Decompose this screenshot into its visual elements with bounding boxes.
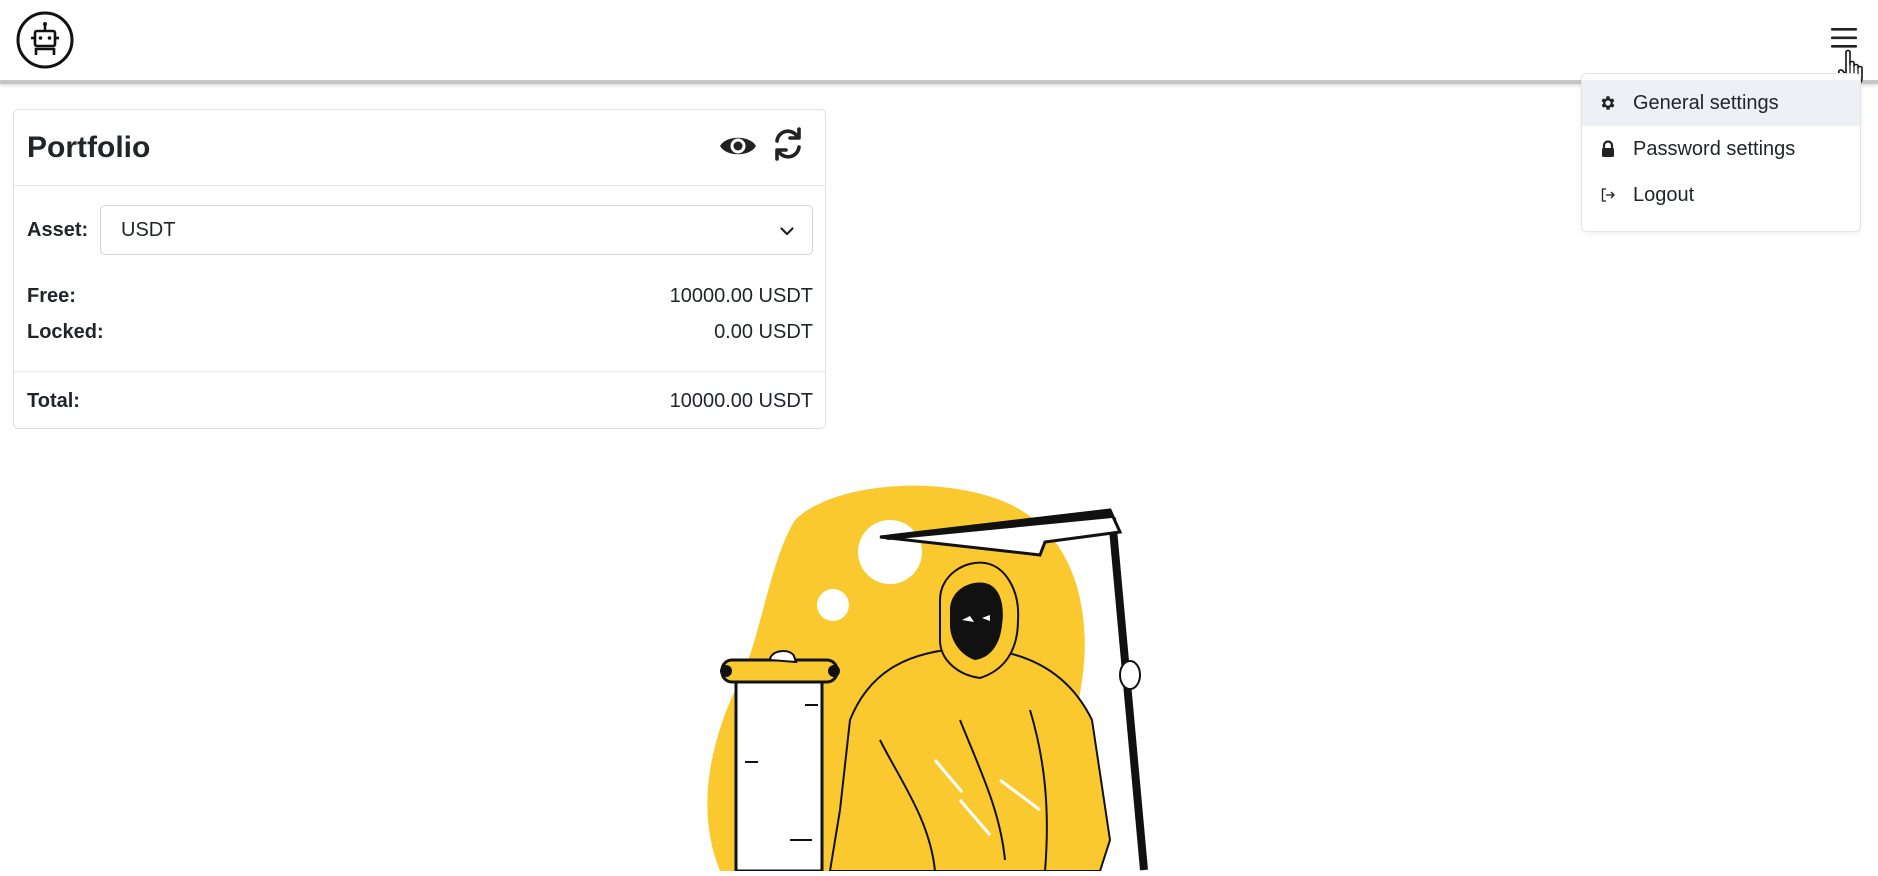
portfolio-card-header: Portfolio (14, 110, 825, 186)
card-divider (14, 371, 825, 372)
robot-logo-icon[interactable] (15, 10, 75, 70)
chevron-down-icon (778, 222, 796, 240)
grim-reaper-illustration (700, 480, 1220, 873)
asset-select[interactable]: USDT (100, 205, 813, 255)
settings-dropdown-menu: General settings Password settings Logou… (1581, 73, 1861, 232)
portfolio-card: Portfolio Asset: USDT Free: 10000.00 USD… (13, 109, 826, 429)
menu-item-password-settings[interactable]: Password settings (1582, 126, 1860, 172)
free-value: 10000.00 USDT (669, 285, 813, 307)
asset-row: Asset: USDT (14, 205, 825, 257)
asset-label: Asset: (27, 219, 89, 241)
menu-item-general-settings[interactable]: General settings (1582, 80, 1860, 126)
total-row: Total: 10000.00 USDT (27, 390, 813, 416)
refresh-icon[interactable] (771, 126, 805, 162)
gear-icon (1599, 94, 1617, 112)
free-row: Free: 10000.00 USDT (27, 285, 813, 311)
total-value: 10000.00 USDT (669, 390, 813, 412)
logout-icon (1599, 186, 1617, 204)
eye-icon[interactable] (718, 128, 758, 164)
free-label: Free: (27, 285, 76, 307)
locked-label: Locked: (27, 321, 104, 343)
locked-value: 0.00 USDT (714, 321, 813, 343)
lock-icon (1599, 140, 1617, 158)
menu-item-logout[interactable]: Logout (1582, 172, 1860, 218)
top-navbar (0, 0, 1878, 84)
menu-item-label: Logout (1633, 183, 1695, 206)
total-label: Total: (27, 390, 80, 412)
locked-row: Locked: 0.00 USDT (27, 321, 813, 347)
portfolio-title: Portfolio (27, 131, 151, 164)
menu-item-label: Password settings (1633, 137, 1796, 160)
menu-item-label: General settings (1633, 91, 1779, 114)
asset-selected-value: USDT (121, 219, 176, 241)
